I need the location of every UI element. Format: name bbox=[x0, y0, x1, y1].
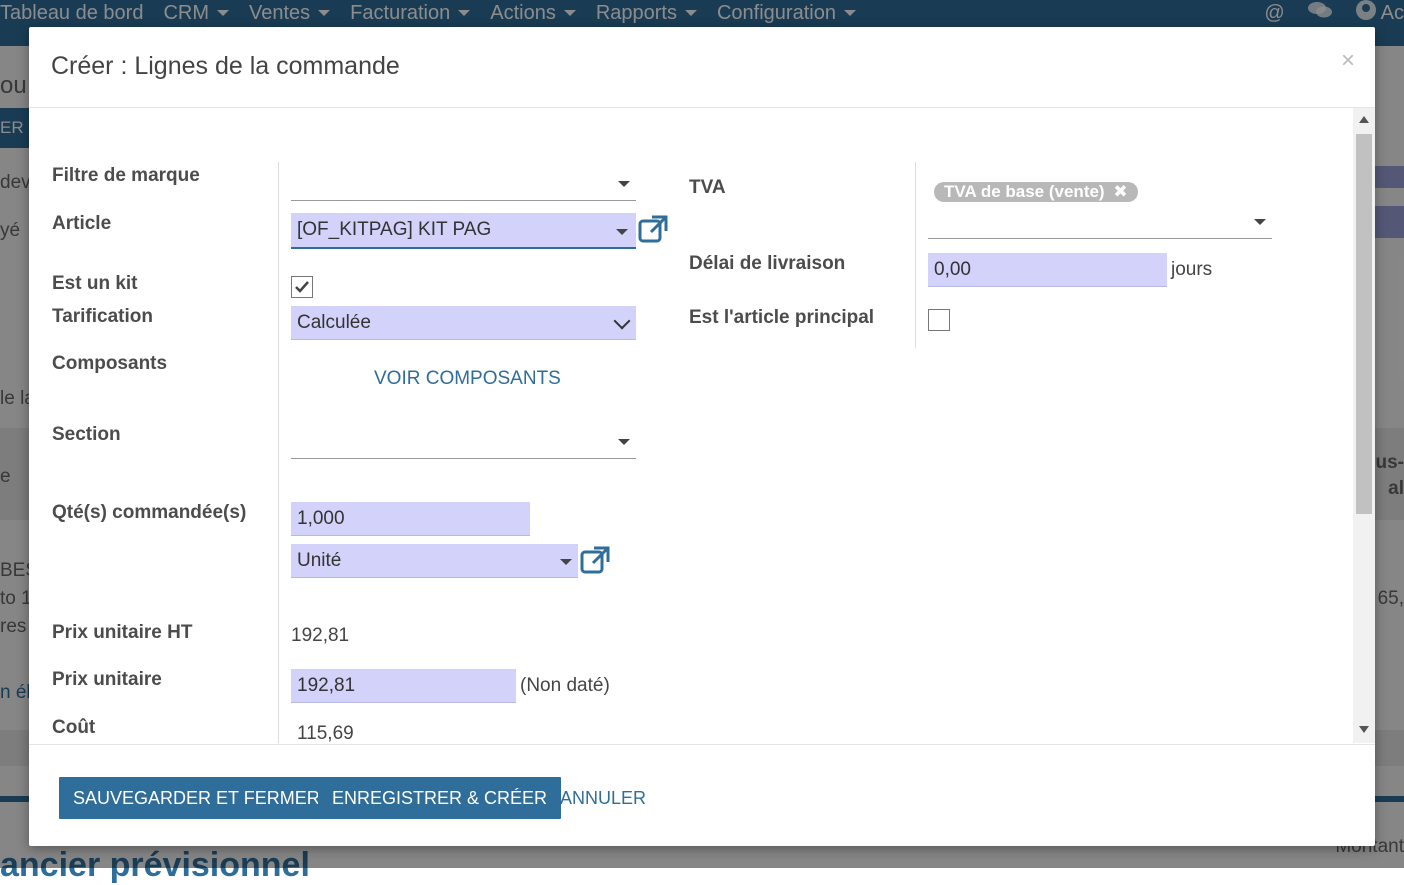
section-select[interactable] bbox=[291, 422, 636, 459]
uom-value: Unité bbox=[297, 550, 341, 571]
scrollbar-thumb[interactable] bbox=[1356, 134, 1372, 514]
cost-label: Coût bbox=[52, 717, 95, 739]
main-article-label: Est l'article principal bbox=[689, 307, 874, 329]
tva-tag[interactable]: TVA de base (vente) ✖ bbox=[934, 182, 1138, 202]
pricing-value: Calculée bbox=[297, 312, 371, 333]
save-and-create-button[interactable]: ENREGISTRER & CRÉER bbox=[318, 777, 561, 819]
delivery-delay-label: Délai de livraison bbox=[689, 253, 845, 275]
chevron-down-icon bbox=[614, 313, 631, 330]
pricing-select[interactable]: Calculée bbox=[291, 306, 636, 340]
brand-filter-label: Filtre de marque bbox=[52, 165, 200, 187]
create-order-line-dialog: Créer : Lignes de la commande × Filtre d… bbox=[29, 27, 1375, 846]
main-article-checkbox[interactable] bbox=[928, 309, 950, 331]
tva-label: TVA bbox=[689, 177, 726, 199]
uom-select[interactable]: Unité bbox=[291, 544, 578, 578]
qty-input[interactable]: 1,000 bbox=[291, 502, 530, 536]
qty-label: Qté(s) commandée(s) bbox=[52, 502, 246, 524]
unit-price-label: Prix unitaire bbox=[52, 669, 162, 691]
modal-body: Filtre de marque Article [OF_KITPAG] KIT… bbox=[29, 108, 1375, 743]
delivery-delay-unit: jours bbox=[1171, 259, 1212, 281]
cost-value: 115,69 bbox=[297, 723, 354, 743]
unit-price-note: (Non daté) bbox=[520, 675, 610, 697]
chevron-down-icon[interactable] bbox=[616, 229, 628, 235]
article-input[interactable]: [OF_KITPAG] KIT PAG bbox=[291, 213, 636, 249]
modal-scrollbar[interactable] bbox=[1353, 108, 1375, 743]
delivery-delay-input[interactable]: 0,00 bbox=[928, 253, 1167, 287]
modal-header: Créer : Lignes de la commande × bbox=[29, 27, 1375, 108]
brand-filter-select[interactable] bbox=[291, 164, 636, 201]
scroll-down-arrow-icon[interactable] bbox=[1359, 726, 1369, 733]
remove-tag-icon[interactable]: ✖ bbox=[1113, 182, 1127, 201]
unit-price-input[interactable]: 192,81 bbox=[291, 669, 516, 703]
chevron-down-icon bbox=[560, 559, 572, 565]
chevron-down-icon bbox=[618, 181, 630, 187]
chevron-down-icon bbox=[1254, 219, 1266, 225]
modal-footer: SAUVEGARDER ET FERMER ENREGISTRER & CRÉE… bbox=[29, 744, 1375, 847]
cancel-button[interactable]: ANNULER bbox=[560, 777, 646, 819]
pricing-label: Tarification bbox=[52, 306, 153, 328]
article-label: Article bbox=[52, 213, 111, 235]
tva-tag-label: TVA de base (vente) bbox=[944, 182, 1105, 201]
external-link-icon[interactable] bbox=[638, 215, 668, 243]
is-kit-label: Est un kit bbox=[52, 273, 138, 295]
is-kit-checkbox[interactable] bbox=[291, 276, 313, 298]
right-column-divider bbox=[915, 162, 916, 348]
price-ht-label: Prix unitaire HT bbox=[52, 622, 192, 644]
scroll-up-arrow-icon[interactable] bbox=[1359, 116, 1369, 123]
tva-select[interactable] bbox=[928, 202, 1272, 239]
components-label: Composants bbox=[52, 353, 167, 375]
chevron-down-icon bbox=[618, 439, 630, 445]
price-ht-value: 192,81 bbox=[291, 625, 349, 647]
close-icon[interactable]: × bbox=[1341, 47, 1355, 75]
view-components-link[interactable]: VOIR COMPOSANTS bbox=[374, 368, 561, 390]
external-link-icon[interactable] bbox=[580, 546, 610, 574]
modal-title: Créer : Lignes de la commande bbox=[51, 52, 400, 81]
save-and-close-button[interactable]: SAUVEGARDER ET FERMER bbox=[59, 777, 334, 819]
left-column-divider bbox=[278, 162, 279, 743]
section-label: Section bbox=[52, 424, 121, 446]
